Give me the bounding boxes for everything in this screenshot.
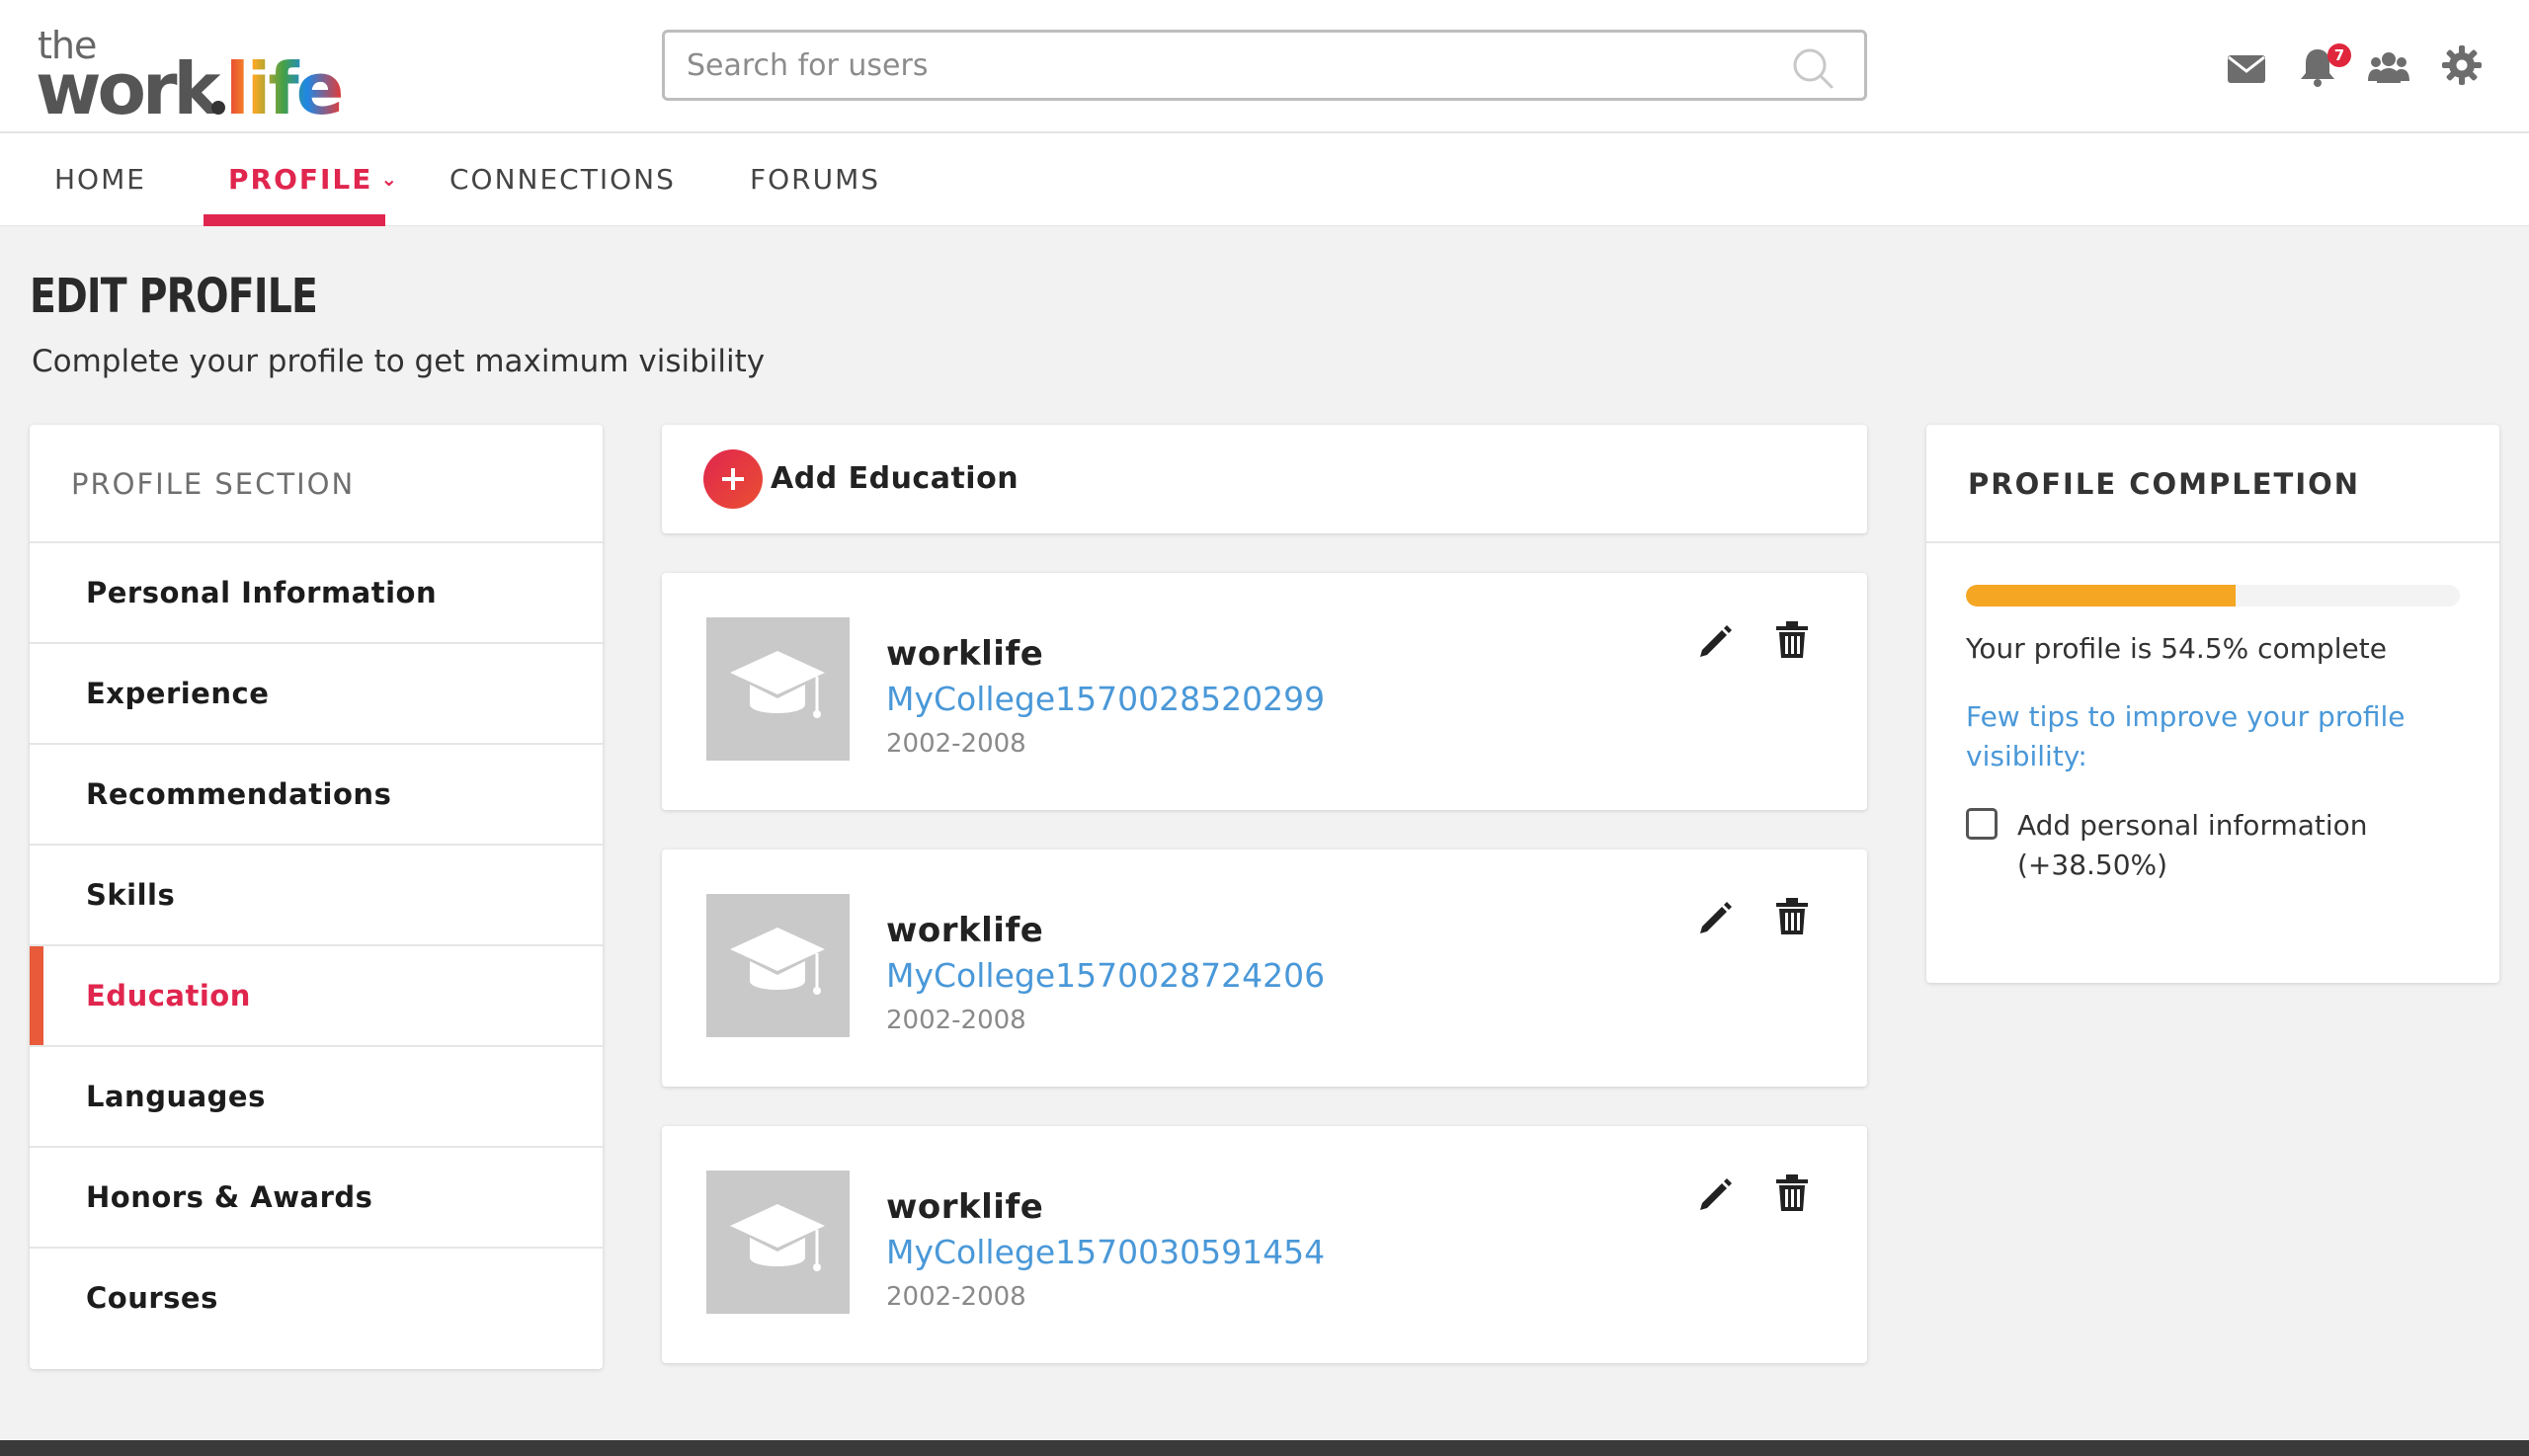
search-icon[interactable]	[1791, 46, 1835, 90]
mail-icon[interactable]	[2225, 47, 2268, 91]
education-name: worklife	[886, 911, 1044, 950]
education-years: 2002-2008	[886, 1006, 1026, 1035]
sidebar-item-languages[interactable]: Languages	[30, 1047, 603, 1148]
trash-icon[interactable]	[1774, 897, 1810, 936]
education-name: worklife	[886, 1187, 1044, 1227]
top-header: the work life 7	[0, 0, 2529, 133]
tip-checkbox[interactable]	[1966, 808, 1998, 840]
trash-icon[interactable]	[1774, 1173, 1810, 1213]
logo-life: life	[225, 47, 345, 130]
sidebar-item-courses[interactable]: Courses	[30, 1249, 603, 1349]
nav-profile-label: PROFILE	[228, 163, 373, 196]
profile-completion-heading: PROFILE COMPLETION	[1926, 425, 2499, 543]
nav-connections[interactable]: CONNECTIONS	[449, 133, 676, 226]
pencil-icon[interactable]	[1696, 897, 1736, 936]
search-input[interactable]	[687, 42, 1773, 88]
gear-icon[interactable]	[2440, 43, 2484, 87]
sidebar-item-experience[interactable]: Experience	[30, 644, 603, 745]
sidebar-item-skills[interactable]: Skills	[30, 846, 603, 946]
sidebar-item-recommendations[interactable]: Recommendations	[30, 745, 603, 846]
education-years: 2002-2008	[886, 729, 1026, 759]
nav-active-underline	[204, 214, 385, 226]
logo-dot	[211, 101, 225, 115]
nav-forums-label: FORUMS	[750, 163, 881, 196]
page-title: EDIT PROFILE	[30, 269, 318, 324]
nav-home[interactable]: HOME	[54, 133, 146, 226]
education-college-link[interactable]: MyCollege1570028724206	[886, 956, 1325, 995]
graduation-cap-icon	[706, 1171, 850, 1314]
nav-profile[interactable]: PROFILE ⌄	[228, 133, 399, 226]
education-entry: worklife MyCollege1570030591454 2002-200…	[662, 1126, 1867, 1363]
main-nav: HOME PROFILE ⌄ CONNECTIONS FORUMS	[0, 133, 2529, 226]
add-education-label[interactable]: Add Education	[771, 425, 1019, 533]
education-college-link[interactable]: MyCollege1570030591454	[886, 1233, 1325, 1271]
trash-icon[interactable]	[1774, 620, 1810, 660]
education-college-link[interactable]: MyCollege1570028520299	[886, 680, 1325, 718]
pencil-icon[interactable]	[1696, 620, 1736, 660]
footer-bar	[0, 1440, 2529, 1456]
add-education-button[interactable]	[703, 449, 763, 509]
education-name: worklife	[886, 634, 1044, 674]
add-education-card[interactable]: Add Education	[662, 425, 1867, 533]
improve-visibility-tips-link[interactable]: Few tips to improve your profile visibil…	[1966, 697, 2440, 776]
tip-label: Add personal information (+38.50%)	[2017, 809, 2368, 881]
pencil-icon[interactable]	[1696, 1173, 1736, 1213]
page-subtitle: Complete your profile to get maximum vis…	[32, 344, 766, 379]
profile-section-heading: PROFILE SECTION	[30, 425, 603, 543]
sidebar-item-personal-information[interactable]: Personal Information	[30, 543, 603, 644]
nav-home-label: HOME	[54, 163, 146, 196]
sidebar-item-education[interactable]: Education	[30, 946, 603, 1047]
notification-count-badge: 7	[2327, 43, 2351, 67]
search-box[interactable]	[662, 30, 1867, 101]
education-entry: worklife MyCollege1570028724206 2002-200…	[662, 849, 1867, 1087]
people-icon[interactable]	[2367, 45, 2410, 89]
profile-completion-card: PROFILE COMPLETION Your profile is 54.5%…	[1926, 425, 2499, 983]
chevron-down-icon: ⌄	[380, 167, 400, 191]
nav-forums[interactable]: FORUMS	[750, 133, 880, 226]
worklife-logo[interactable]: the work life	[36, 20, 352, 130]
sidebar-item-honors-awards[interactable]: Honors & Awards	[30, 1148, 603, 1249]
profile-completion-status: Your profile is 54.5% complete	[1966, 632, 2387, 665]
profile-section-card: PROFILE SECTION Personal Information Exp…	[30, 425, 603, 1369]
profile-progress-fill	[1966, 585, 2236, 607]
nav-connections-label: CONNECTIONS	[449, 163, 676, 196]
graduation-cap-icon	[706, 617, 850, 761]
education-entry: worklife MyCollege1570028520299 2002-200…	[662, 573, 1867, 810]
logo-work: work	[36, 47, 220, 130]
graduation-cap-icon	[706, 894, 850, 1037]
education-years: 2002-2008	[886, 1282, 1026, 1312]
profile-progress-bar	[1966, 585, 2460, 607]
